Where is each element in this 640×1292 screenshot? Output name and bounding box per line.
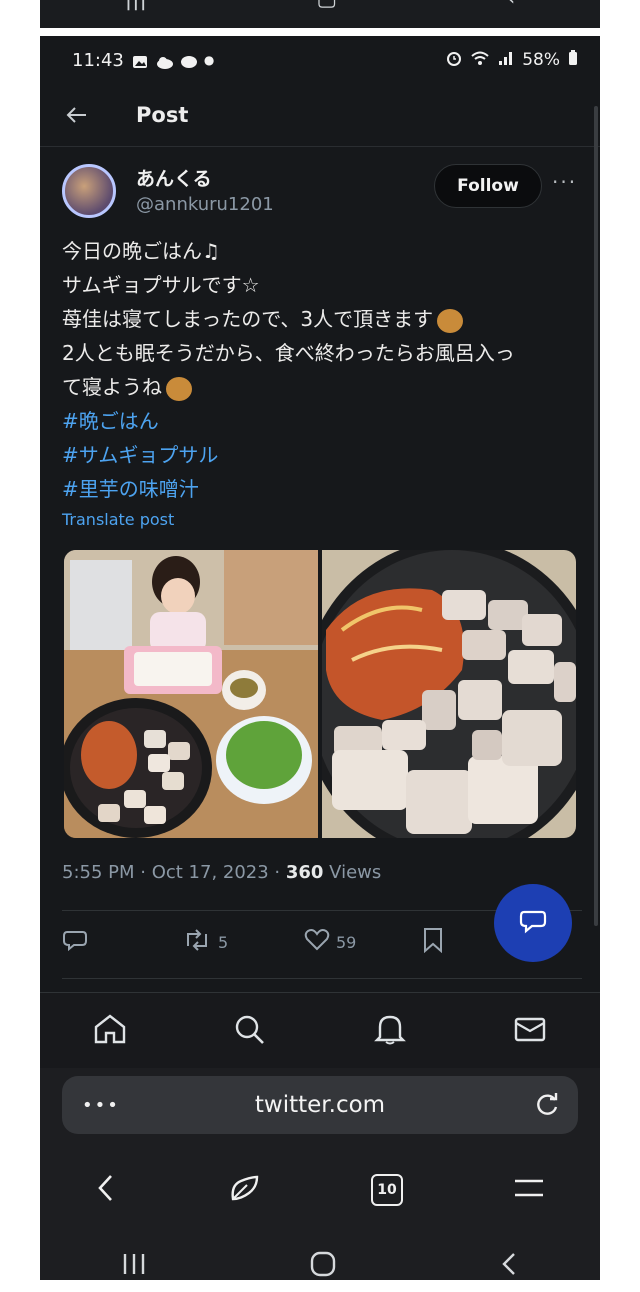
browser-nav: 10 (40, 1160, 600, 1220)
post-line: 2人とも眠そうだから、食べ終わったらお風呂入っ (62, 341, 515, 365)
bottom-tab-bar (40, 992, 600, 1069)
translate-post-link[interactable]: Translate post (62, 510, 174, 529)
like-button[interactable]: 59 (304, 928, 422, 956)
home-nav-icon[interactable] (309, 1250, 337, 1285)
bell-icon[interactable] (373, 1013, 407, 1049)
status-bar: 11:43 ● 58% (40, 36, 600, 84)
bookmark-button[interactable] (422, 927, 444, 957)
heart-icon (304, 928, 330, 956)
recent-apps-icon[interactable] (120, 1252, 148, 1283)
page-title: Post (136, 103, 189, 127)
home-nav-icon: ▢ (316, 0, 337, 11)
samgyeopsal-pan-photo[interactable] (322, 550, 576, 838)
talk-icon (180, 53, 197, 68)
notification-dot-icon: ● (203, 53, 215, 67)
hashtag-link[interactable]: #晩ごはん (62, 404, 582, 438)
author-name[interactable]: あんくる (136, 164, 212, 191)
url-text[interactable]: twitter.com (62, 1092, 578, 1118)
gallery-icon (132, 53, 148, 68)
post-meta: 5:55 PM · Oct 17, 2023 · 360 Views (62, 862, 381, 883)
browser-back-icon[interactable] (95, 1173, 117, 1207)
smiling-emoji-icon (166, 376, 192, 401)
search-icon[interactable] (233, 1013, 267, 1049)
url-bar[interactable]: ••• twitter.com (62, 1076, 578, 1134)
cloud-icon (156, 53, 173, 69)
post-line-text: て寝ようね (62, 375, 162, 399)
hashtag-link[interactable]: #里芋の味噌汁 (62, 472, 582, 506)
phone-screen: 11:43 ● 58% Post あんくる @annkuru1201 Follo… (40, 36, 600, 1280)
browser-chrome: ••• twitter.com 10 (40, 1068, 600, 1280)
post-media (64, 550, 576, 838)
author-handle[interactable]: @annkuru1201 (136, 194, 274, 215)
alarm-icon (446, 50, 462, 71)
bookmark-flower-icon[interactable] (227, 1173, 261, 1207)
reload-icon[interactable] (534, 1092, 560, 1122)
retweet-icon (182, 928, 212, 956)
tab-count-button[interactable]: 10 (371, 1174, 403, 1206)
recent-apps-icon: ||| (125, 0, 147, 11)
smiling-hearts-emoji-icon (437, 308, 464, 333)
divider (62, 978, 582, 979)
views-count: 360 (285, 862, 324, 883)
post-line: て寝ようね (62, 370, 582, 404)
avatar[interactable] (62, 164, 116, 218)
compose-icon (518, 907, 548, 939)
status-time: 11:43 (72, 49, 124, 71)
signal-icon (498, 50, 514, 71)
post-timestamp: 5:55 PM · Oct 17, 2023 · (62, 862, 286, 883)
top-strip-nav: ||| ▢ ‹ (40, 0, 600, 11)
menu-icon[interactable] (513, 1177, 545, 1203)
reply-button[interactable] (62, 928, 182, 956)
dinner-table-photo[interactable] (64, 550, 318, 838)
reply-icon (62, 928, 88, 956)
mail-icon[interactable] (513, 1013, 547, 1049)
follow-button[interactable]: Follow (434, 164, 542, 208)
system-nav-bar (40, 1242, 600, 1292)
post-line: 苺佳は寝てしまったので、3人で頂きます (62, 302, 582, 336)
back-arrow-icon[interactable] (60, 99, 92, 131)
more-icon[interactable]: ··· (552, 170, 577, 194)
url-menu-icon[interactable]: ••• (82, 1095, 120, 1116)
wifi-icon (470, 50, 490, 71)
back-nav-icon[interactable] (498, 1251, 520, 1284)
battery-icon (568, 49, 578, 71)
retweet-button[interactable]: 5 (182, 928, 304, 956)
home-icon[interactable] (93, 1013, 127, 1049)
post-line: 今日の晩ごはん♫ (62, 239, 220, 263)
like-count: 59 (336, 932, 357, 952)
post-line-text: 苺佳は寝てしまったので、3人で頂きます (62, 307, 434, 331)
scrollbar[interactable] (594, 106, 598, 926)
back-nav-icon: ‹ (506, 0, 515, 11)
hashtag-link[interactable]: #サムギョプサル (62, 438, 582, 472)
post-body: 今日の晩ごはん♫ サムギョプサルです☆ 苺佳は寝てしまったので、3人で頂きます … (62, 234, 582, 506)
retweet-count: 5 (218, 932, 229, 952)
battery-percent: 58% (522, 50, 560, 70)
post-line: サムギョプサルです☆ (62, 273, 260, 297)
top-strip: ||| ▢ ‹ (40, 0, 600, 28)
post-header: Post (40, 84, 600, 147)
compose-button[interactable] (494, 884, 572, 962)
bookmark-icon (422, 927, 444, 957)
views-label: Views (323, 862, 382, 883)
post-author: あんくる @annkuru1201 Follow ··· (40, 160, 600, 224)
